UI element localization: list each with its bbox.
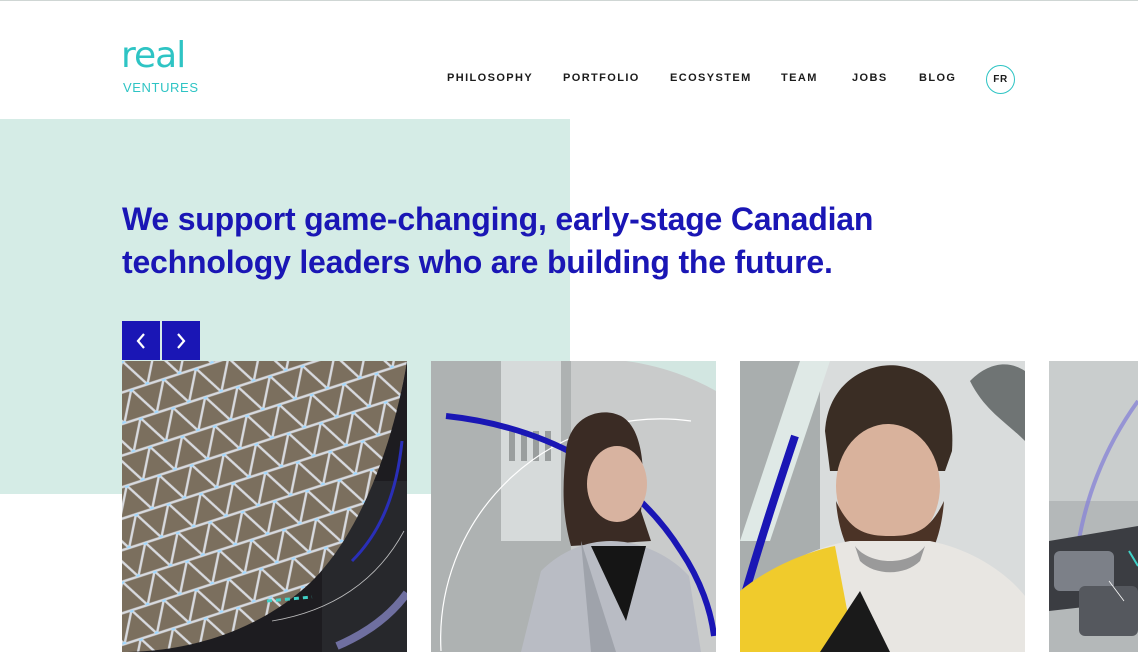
- carousel-prev-button[interactable]: [122, 321, 160, 360]
- carousel-card-man-portrait[interactable]: [740, 361, 1025, 652]
- language-toggle-button[interactable]: FR: [986, 65, 1015, 94]
- partial-card-photo: [1049, 361, 1138, 652]
- logo-subtitle: VENTURES: [123, 80, 199, 95]
- nav-jobs[interactable]: JOBS: [852, 72, 888, 84]
- carousel-card-woman-portrait[interactable]: [431, 361, 716, 652]
- hero-headline: We support game-changing, early-stage Ca…: [122, 198, 942, 284]
- top-border: [0, 0, 1138, 1]
- headline-line-1: We support game-changing, early-stage Ca…: [122, 201, 874, 237]
- chevron-left-icon: [136, 332, 145, 349]
- nav-ecosystem[interactable]: ECOSYSTEM: [670, 72, 752, 84]
- logo-wordmark: real: [121, 35, 186, 76]
- nav-philosophy[interactable]: PHILOSOPHY: [447, 72, 533, 84]
- woman-portrait-photo: [431, 361, 716, 652]
- carousel-card-architecture[interactable]: [122, 361, 407, 652]
- real-ventures-logo[interactable]: real VENTURES: [121, 38, 211, 98]
- chevron-right-icon: [177, 332, 186, 349]
- architecture-dome-photo: [122, 361, 407, 652]
- nav-blog[interactable]: BLOG: [919, 72, 956, 84]
- bearded-man-portrait-photo: [740, 361, 1025, 652]
- headline-line-2: technology leaders who are building the …: [122, 244, 833, 280]
- carousel-next-button[interactable]: [162, 321, 200, 360]
- nav-team[interactable]: TEAM: [781, 72, 818, 84]
- nav-portfolio[interactable]: PORTFOLIO: [563, 72, 640, 84]
- carousel-card-partial[interactable]: [1049, 361, 1138, 652]
